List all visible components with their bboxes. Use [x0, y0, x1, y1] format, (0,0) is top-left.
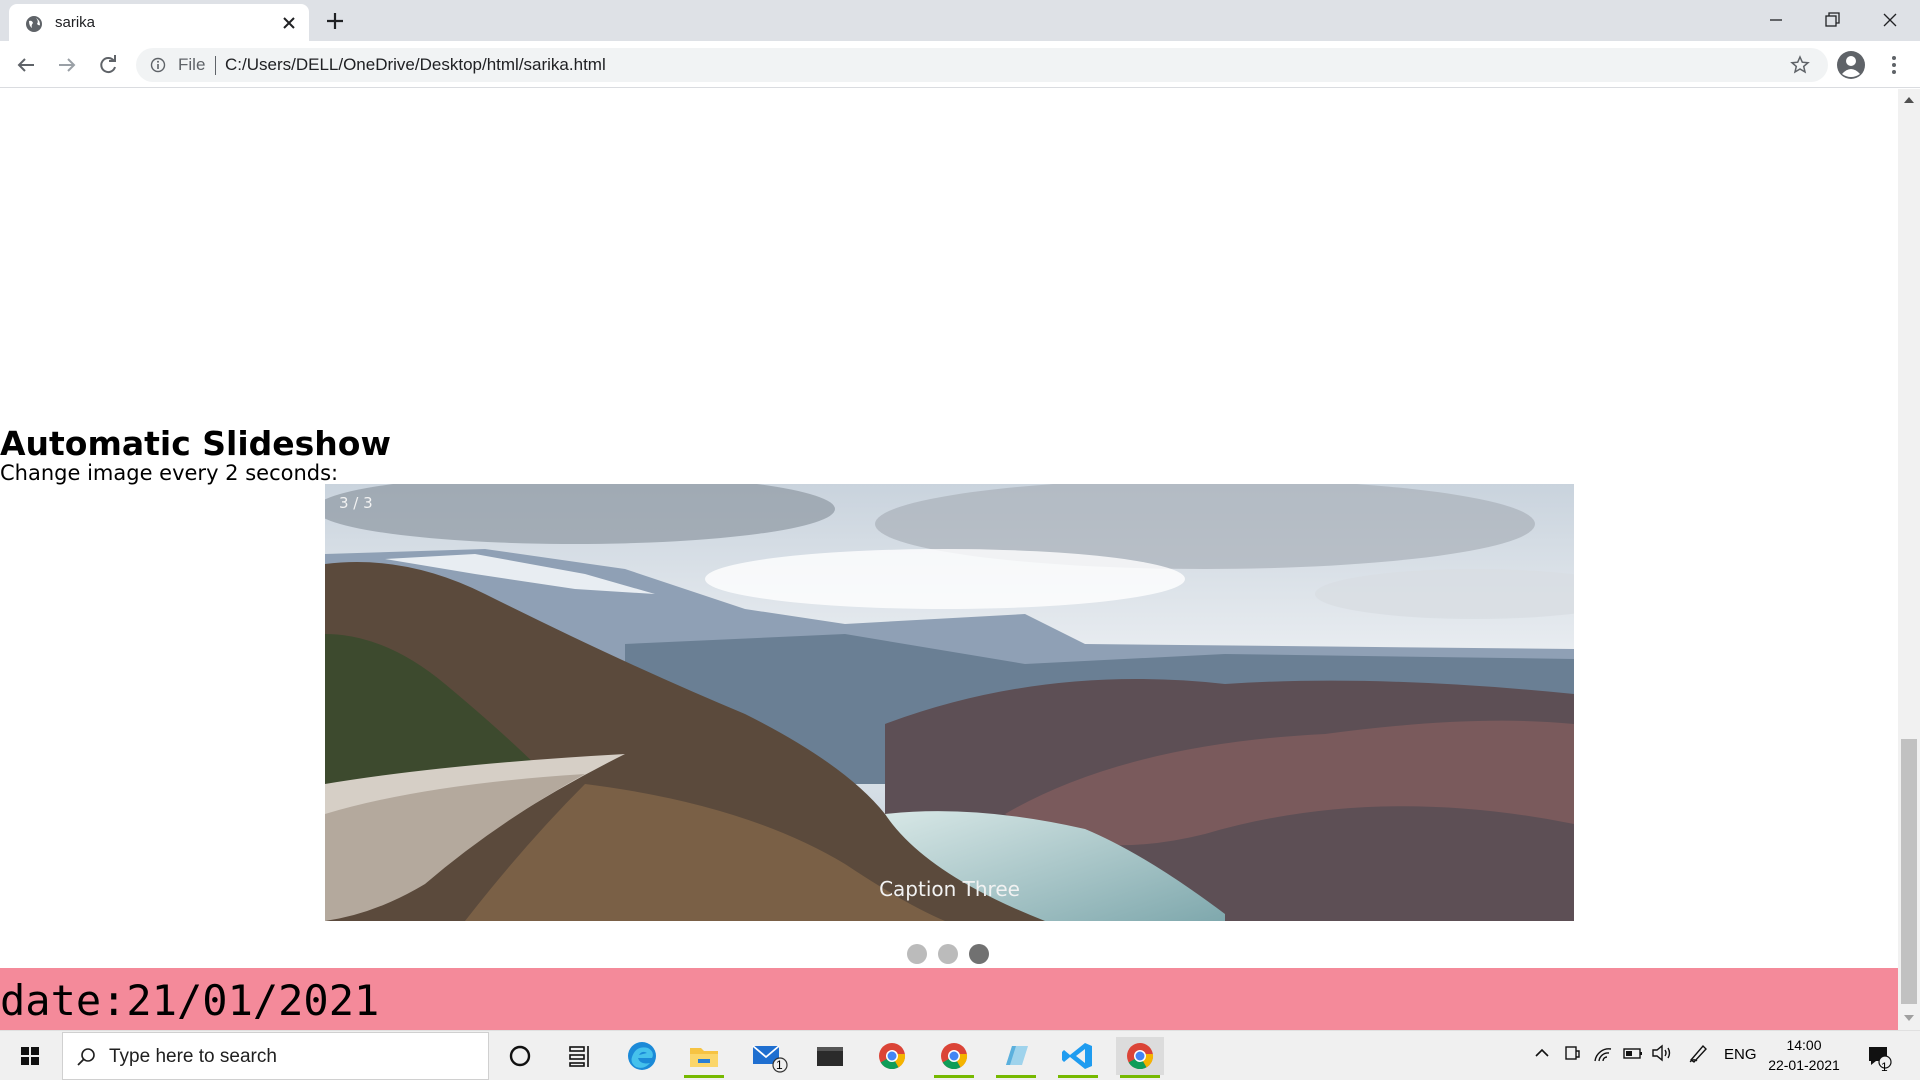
- notification-center-icon[interactable]: [1866, 1043, 1892, 1069]
- info-icon[interactable]: [150, 57, 166, 73]
- forward-arrow-icon[interactable]: [53, 51, 81, 79]
- task-view-icon[interactable]: [556, 1037, 604, 1075]
- date-footer: date:21/01/2021: [0, 968, 1898, 1030]
- mail-badge: 1: [776, 1058, 783, 1072]
- cortana-icon[interactable]: [496, 1037, 544, 1075]
- pen-icon[interactable]: [1686, 1041, 1710, 1065]
- scrollbar-thumb[interactable]: [1901, 739, 1917, 1004]
- slide-dot[interactable]: [907, 944, 927, 964]
- windows-taskbar: Type here to search 1 ENG 14:00 22-01-20…: [0, 1030, 1920, 1080]
- window-close-icon[interactable]: [1876, 6, 1904, 34]
- page-viewport: Automatic Slideshow Change image every 2…: [0, 89, 1898, 1030]
- address-bar[interactable]: File C:/Users/DELL/OneDrive/Desktop/html…: [136, 48, 1828, 82]
- mail-taskbar[interactable]: 1: [744, 1037, 792, 1075]
- omnibox-divider: [215, 56, 216, 75]
- search-placeholder: Type here to search: [109, 1046, 277, 1067]
- scroll-up-arrow-icon[interactable]: [1903, 95, 1915, 105]
- clock-time: 14:00: [1786, 1037, 1822, 1053]
- new-tab-icon[interactable]: [324, 10, 346, 32]
- language-indicator[interactable]: ENG: [1724, 1046, 1757, 1063]
- slide-dot-active[interactable]: [969, 944, 989, 964]
- file-explorer-icon: [690, 1048, 718, 1067]
- minimize-icon[interactable]: [1762, 6, 1790, 34]
- vertical-scrollbar[interactable]: [1898, 89, 1920, 1030]
- volume-icon[interactable]: [1650, 1041, 1674, 1065]
- footer-date-text: date:21/01/2021: [0, 976, 380, 1025]
- restore-icon[interactable]: [1818, 6, 1846, 34]
- notepad-taskbar[interactable]: [992, 1037, 1040, 1078]
- scroll-down-arrow-icon[interactable]: [1903, 1013, 1915, 1023]
- bookmark-star-icon[interactable]: [1790, 55, 1810, 75]
- windows-start-icon[interactable]: [8, 1038, 52, 1074]
- running-indicator: [996, 1075, 1036, 1078]
- taskbar-clock[interactable]: 14:00 22-01-2021: [1762, 1035, 1846, 1075]
- reload-icon[interactable]: [94, 51, 122, 79]
- mail-icon: [752, 1045, 788, 1073]
- chrome-icon: [1127, 1043, 1154, 1070]
- more-options-icon[interactable]: [1884, 53, 1904, 77]
- battery-icon[interactable]: [1622, 1041, 1644, 1065]
- chrome-taskbar-active[interactable]: [1116, 1037, 1164, 1078]
- slide-caption: Caption Three: [879, 877, 1020, 901]
- running-indicator: [934, 1075, 974, 1078]
- file-explorer-taskbar[interactable]: [680, 1037, 728, 1078]
- globe-icon: [26, 16, 42, 32]
- browser-tab[interactable]: sarika: [9, 4, 309, 41]
- notification-count: 1: [1881, 1060, 1888, 1074]
- edge-icon[interactable]: [618, 1037, 666, 1075]
- vscode-taskbar[interactable]: [1054, 1037, 1102, 1078]
- profile-avatar-icon[interactable]: [1836, 50, 1866, 80]
- slide-dot[interactable]: [938, 944, 958, 964]
- landscape-image: [325, 484, 1574, 921]
- slideshow-slide: 3 / 3 Caption Three: [325, 484, 1574, 921]
- chrome-icon: [941, 1043, 968, 1070]
- tab-strip: sarika: [0, 0, 1920, 41]
- search-icon: [77, 1048, 95, 1066]
- taskbar-search-box[interactable]: Type here to search: [62, 1032, 489, 1080]
- back-arrow-icon[interactable]: [12, 51, 40, 79]
- chevron-up-icon[interactable]: [1532, 1041, 1552, 1065]
- slide-number: 3 / 3: [339, 494, 373, 512]
- page-heading: Automatic Slideshow: [0, 424, 391, 463]
- device-icon[interactable]: [1562, 1041, 1582, 1065]
- browser-toolbar: File C:/Users/DELL/OneDrive/Desktop/html…: [0, 41, 1920, 88]
- tab-title: sarika: [55, 14, 96, 31]
- wifi-icon[interactable]: [1592, 1041, 1614, 1065]
- chrome-taskbar-2[interactable]: [930, 1037, 978, 1078]
- running-indicator: [1058, 1075, 1098, 1078]
- page-subtext: Change image every 2 seconds:: [0, 461, 339, 485]
- chrome-icon[interactable]: [868, 1037, 916, 1075]
- url-text[interactable]: C:/Users/DELL/OneDrive/Desktop/html/sari…: [225, 55, 606, 75]
- notepad-icon: [1006, 1046, 1028, 1065]
- terminal-icon[interactable]: [806, 1037, 854, 1075]
- running-indicator: [684, 1075, 724, 1078]
- close-icon[interactable]: [280, 14, 298, 32]
- scheme-label: File: [178, 55, 206, 74]
- running-indicator: [1120, 1075, 1160, 1078]
- clock-date: 22-01-2021: [1768, 1057, 1840, 1073]
- vscode-icon: [1062, 1043, 1092, 1069]
- slide-indicators: [907, 944, 1000, 964]
